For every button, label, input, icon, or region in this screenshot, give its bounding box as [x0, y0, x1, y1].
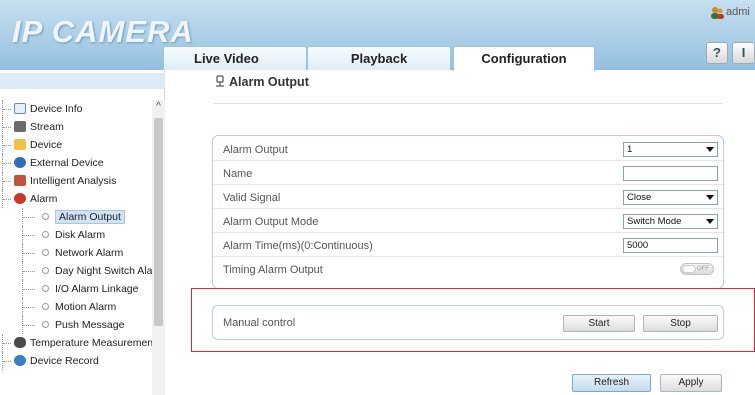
- sidebar-item-label: I/O Alarm Linkage: [55, 283, 139, 295]
- sidebar-item-push-message[interactable]: Push Message: [0, 316, 124, 334]
- alarm-icon: [14, 193, 26, 204]
- alarm-output-mode-row: Alarm Output Mode Switch Mode: [213, 211, 723, 233]
- analysis-icon: [14, 175, 26, 186]
- logout-button[interactable]: I: [732, 42, 755, 64]
- manual-control-label: Manual control: [223, 317, 296, 329]
- name-input[interactable]: [623, 166, 718, 181]
- refresh-button[interactable]: Refresh: [572, 374, 651, 392]
- sidebar-item-motion-alarm[interactable]: Motion Alarm: [0, 298, 116, 316]
- plug-icon: [14, 157, 26, 168]
- alarm-output-label: Alarm Output: [223, 144, 288, 156]
- sidebar-item-label: Device Info: [30, 103, 83, 115]
- start-button[interactable]: Start: [563, 315, 635, 332]
- alarm-output-row: Alarm Output 1: [213, 139, 723, 161]
- bullet-icon: [42, 267, 49, 274]
- thermometer-icon: [14, 337, 26, 348]
- scrollbar-thumb[interactable]: [154, 118, 163, 326]
- bullet-icon: [42, 285, 49, 292]
- sidebar-item-device-record[interactable]: Device Record: [0, 352, 99, 370]
- sidebar-item-temperature-measurement[interactable]: Temperature Measurement: [0, 334, 156, 352]
- bullet-icon: [42, 213, 49, 220]
- sidebar-item-intelligent-analysis[interactable]: Intelligent Analysis: [0, 172, 116, 190]
- sidebar-item-label: Temperature Measurement: [30, 337, 157, 349]
- tab-configuration[interactable]: Configuration: [453, 46, 595, 71]
- sidebar-item-label: Device: [30, 139, 63, 151]
- sidebar-item-io-alarm-linkage[interactable]: I/O Alarm Linkage: [0, 280, 138, 298]
- sidebar-scrollbar[interactable]: ^: [152, 100, 165, 395]
- manual-control-panel: Manual control Start Stop: [212, 305, 724, 340]
- timing-alarm-output-row: Timing Alarm Output OFF: [213, 259, 723, 281]
- sidebar-item-day-night-switch-alarm[interactable]: Day Night Switch Alarm: [0, 262, 165, 280]
- sidebar-item-label: External Device: [30, 157, 104, 169]
- valid-signal-value: Close: [627, 192, 652, 203]
- film-icon: [14, 121, 26, 132]
- sidebar-item-label: Device Record: [30, 355, 99, 367]
- scroll-up-arrow-icon[interactable]: ^: [152, 100, 165, 114]
- valid-signal-select[interactable]: Close: [623, 190, 718, 205]
- toggle-knob: [682, 265, 696, 273]
- chevron-down-icon: [706, 147, 714, 152]
- tab-playback[interactable]: Playback: [307, 46, 451, 70]
- alarm-output-select[interactable]: 1: [623, 142, 718, 157]
- header-bar: IP CAMERA Live Video Playback Configurat…: [0, 0, 755, 71]
- timing-alarm-output-toggle[interactable]: OFF: [680, 263, 714, 275]
- sidebar-item-label: Intelligent Analysis: [30, 175, 117, 187]
- alarm-output-form: Alarm Output 1 Name Valid Signal Close A…: [212, 135, 724, 289]
- sidebar-item-alarm-output[interactable]: Alarm Output: [0, 208, 125, 226]
- document-icon: [14, 103, 26, 114]
- name-label: Name: [223, 168, 253, 180]
- alarm-time-input[interactable]: 5000: [623, 238, 718, 253]
- sidebar-item-label: Disk Alarm: [55, 229, 106, 241]
- sidebar-item-label: Alarm Output: [55, 210, 125, 224]
- alarm-time-row: Alarm Time(ms)(0:Continuous) 5000: [213, 235, 723, 257]
- sidebar-item-label: Alarm: [30, 193, 58, 205]
- bullet-icon: [42, 303, 49, 310]
- sidebar-item-stream[interactable]: Stream: [0, 118, 64, 136]
- logo: IP CAMERA: [12, 14, 194, 49]
- sidebar-item-label: Push Message: [55, 319, 125, 331]
- apply-button[interactable]: Apply: [660, 374, 722, 392]
- help-icon: ?: [713, 45, 721, 60]
- tab-live-video[interactable]: Live Video: [163, 46, 307, 70]
- record-icon: [14, 355, 26, 366]
- chevron-down-icon: [706, 219, 714, 224]
- valid-signal-label: Valid Signal: [223, 192, 281, 204]
- alarm-time-label: Alarm Time(ms)(0:Continuous): [223, 240, 373, 252]
- bullet-icon: [42, 249, 49, 256]
- sidebar-item-alarm[interactable]: Alarm: [0, 190, 57, 208]
- title-divider: [213, 103, 723, 104]
- toggle-state-text: OFF: [697, 266, 709, 272]
- sidebar-item-label: Day Night Switch Alarm: [55, 265, 165, 277]
- logout-icon: I: [741, 45, 746, 60]
- valid-signal-row: Valid Signal Close: [213, 187, 723, 209]
- alarm-output-mode-select[interactable]: Switch Mode: [623, 214, 718, 229]
- sidebar-item-device[interactable]: Device: [0, 136, 62, 154]
- sidebar-item-device-info[interactable]: Device Info: [0, 100, 83, 118]
- alarm-output-mode-value: Switch Mode: [627, 216, 682, 227]
- alarm-output-mode-label: Alarm Output Mode: [223, 216, 319, 228]
- sidebar-item-network-alarm[interactable]: Network Alarm: [0, 244, 123, 262]
- sidebar: Device Info Stream Device External Devic…: [0, 70, 165, 395]
- user-name: admi: [726, 6, 750, 18]
- name-row: Name: [213, 163, 723, 185]
- sidebar-item-label: Stream: [30, 121, 64, 133]
- chevron-down-icon: [706, 195, 714, 200]
- timing-alarm-output-label: Timing Alarm Output: [223, 264, 323, 276]
- sidebar-item-label: Motion Alarm: [55, 301, 117, 313]
- user-icon: [711, 7, 724, 19]
- stop-button[interactable]: Stop: [643, 315, 718, 332]
- page-title: Alarm Output: [229, 75, 309, 89]
- folder-icon: [14, 139, 26, 150]
- alarm-output-value: 1: [627, 144, 633, 155]
- sidebar-item-external-device[interactable]: External Device: [0, 154, 104, 172]
- bullet-icon: [42, 231, 49, 238]
- sidebar-item-disk-alarm[interactable]: Disk Alarm: [0, 226, 105, 244]
- sidebar-item-label: Network Alarm: [55, 247, 124, 259]
- bullet-icon: [42, 321, 49, 328]
- help-button[interactable]: ?: [706, 42, 728, 64]
- sidebar-header-strip: [0, 73, 165, 89]
